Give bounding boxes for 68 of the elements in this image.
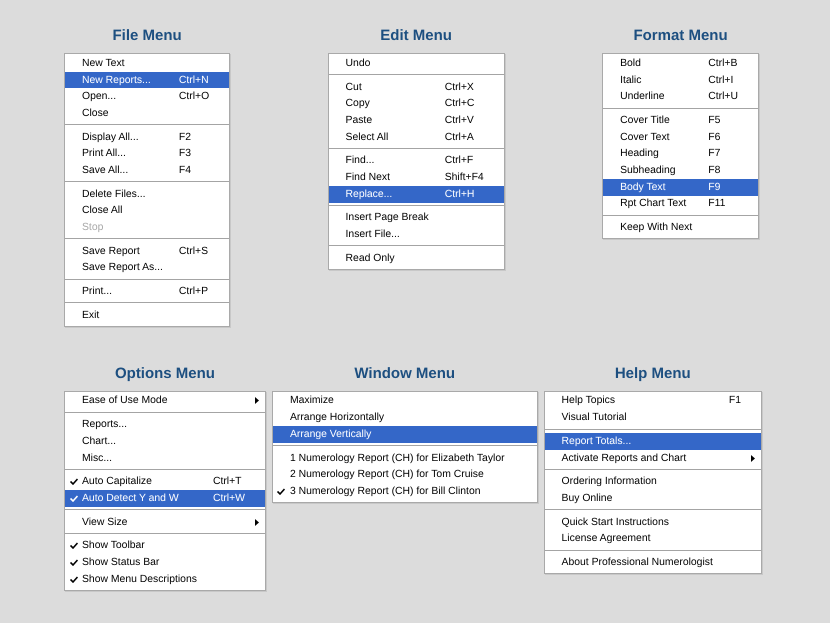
- menu-item[interactable]: Chart...: [65, 433, 265, 450]
- menu-item[interactable]: Arrange Horizontally: [272, 409, 537, 426]
- menu-title: Window Menu: [354, 364, 456, 383]
- menu-item[interactable]: New Reports... Ctrl+N: [65, 72, 230, 88]
- menu-item[interactable]: Close: [65, 105, 230, 122]
- menu-item[interactable]: Cover Text F6: [603, 128, 758, 146]
- menu-item[interactable]: 1 Numerology Report (CH) for Elizabeth Taylor: [272, 450, 537, 466]
- menu-item[interactable]: Save All... F4: [65, 162, 230, 179]
- menu-item[interactable]: Body Text F9: [603, 178, 758, 196]
- menu-item[interactable]: Reports...: [65, 416, 265, 433]
- menu-item[interactable]: Show Toolbar: [65, 537, 265, 554]
- menu-item[interactable]: Save Report Ctrl+S: [65, 242, 230, 260]
- menu-item[interactable]: About Professional Numerologist: [544, 554, 761, 571]
- menu-item[interactable]: Auto Detect Y and W Ctrl+W: [65, 490, 265, 507]
- menu-item[interactable]: Cover Title F5: [603, 112, 758, 129]
- submenu-arrow-icon: [254, 518, 259, 526]
- menu-item[interactable]: Cut Ctrl+X: [328, 78, 504, 96]
- menu-title: Format Menu: [633, 27, 728, 45]
- menu-item[interactable]: Bold Ctrl+B: [603, 55, 758, 72]
- menu-item[interactable]: Show Menu Descriptions: [65, 570, 265, 588]
- menu-item[interactable]: Quick Start Instructions: [544, 514, 761, 530]
- menu-item[interactable]: Save Report As...: [65, 260, 230, 276]
- menu-item[interactable]: Find... Ctrl+F: [328, 152, 504, 170]
- menu-item[interactable]: Display All... F2: [65, 128, 230, 146]
- submenu-item[interactable]: Ease of Use Mode: [65, 392, 265, 410]
- menu-item[interactable]: Show Status Bar: [65, 554, 265, 571]
- menu-item[interactable]: Report Totals...: [544, 433, 761, 450]
- menu-item[interactable]: Select All Ctrl+A: [328, 128, 504, 146]
- menu-item[interactable]: License Agreement: [544, 530, 761, 548]
- menu-item[interactable]: Arrange Vertically: [272, 426, 537, 443]
- menu-item[interactable]: Paste Ctrl+V: [328, 112, 504, 129]
- menu-item[interactable]: Underline Ctrl+U: [603, 88, 758, 106]
- menu-item[interactable]: Replace... Ctrl+H: [328, 186, 504, 202]
- menu-item[interactable]: Heading F7: [603, 145, 758, 162]
- menu-item[interactable]: Open... Ctrl+O: [65, 88, 230, 106]
- menu-item[interactable]: Subheading F8: [603, 162, 758, 179]
- menu-item[interactable]: Find Next Shift+F4: [328, 169, 504, 186]
- submenu-arrow-icon: [751, 454, 755, 462]
- menu-item[interactable]: Ordering Information: [544, 473, 761, 490]
- menu-item[interactable]: Close All: [65, 202, 230, 220]
- submenu-arrow-icon: [254, 397, 259, 404]
- menu-item[interactable]: Insert File...: [328, 226, 504, 243]
- menu-item[interactable]: Maximize: [272, 392, 537, 410]
- menu-item[interactable]: 2 Numerology Report (CH) for Tom Cruise: [272, 466, 537, 484]
- submenu-item[interactable]: View Size: [65, 514, 265, 530]
- menu-item[interactable]: Read Only: [328, 250, 504, 267]
- menu-item[interactable]: Rpt Chart Text F11: [603, 196, 758, 212]
- menu-item[interactable]: Keep With Next: [603, 219, 758, 236]
- menu-item[interactable]: Undo: [328, 55, 504, 72]
- menu-item[interactable]: New Text: [65, 55, 230, 72]
- menu-item[interactable]: Visual Tutorial: [544, 409, 761, 426]
- menu-item[interactable]: Print... Ctrl+P: [65, 283, 230, 300]
- menu-item[interactable]: Misc...: [65, 450, 265, 466]
- menu-item[interactable]: Italic Ctrl+I: [603, 72, 758, 88]
- menu-item[interactable]: 3 Numerology Report (CH) for Bill Clinton: [272, 483, 537, 500]
- menu-item[interactable]: Auto Capitalize Ctrl+T: [65, 473, 265, 490]
- menu-item[interactable]: Exit: [65, 306, 230, 324]
- menu-title: Help Menu: [614, 364, 691, 383]
- menu-title: File Menu: [112, 27, 182, 45]
- submenu-item[interactable]: Activate Reports and Chart: [544, 450, 761, 466]
- menu-item[interactable]: Help Topics F1: [544, 392, 761, 410]
- menu-title: Edit Menu: [380, 27, 452, 45]
- menu-item[interactable]: Delete Files...: [65, 186, 230, 202]
- menu-item[interactable]: Print All... F3: [65, 145, 230, 162]
- menu-item[interactable]: Buy Online: [544, 490, 761, 507]
- menu-item[interactable]: Copy Ctrl+C: [328, 95, 504, 112]
- menu-title: Options Menu: [114, 364, 215, 383]
- menu-item[interactable]: Insert Page Break: [328, 210, 504, 226]
